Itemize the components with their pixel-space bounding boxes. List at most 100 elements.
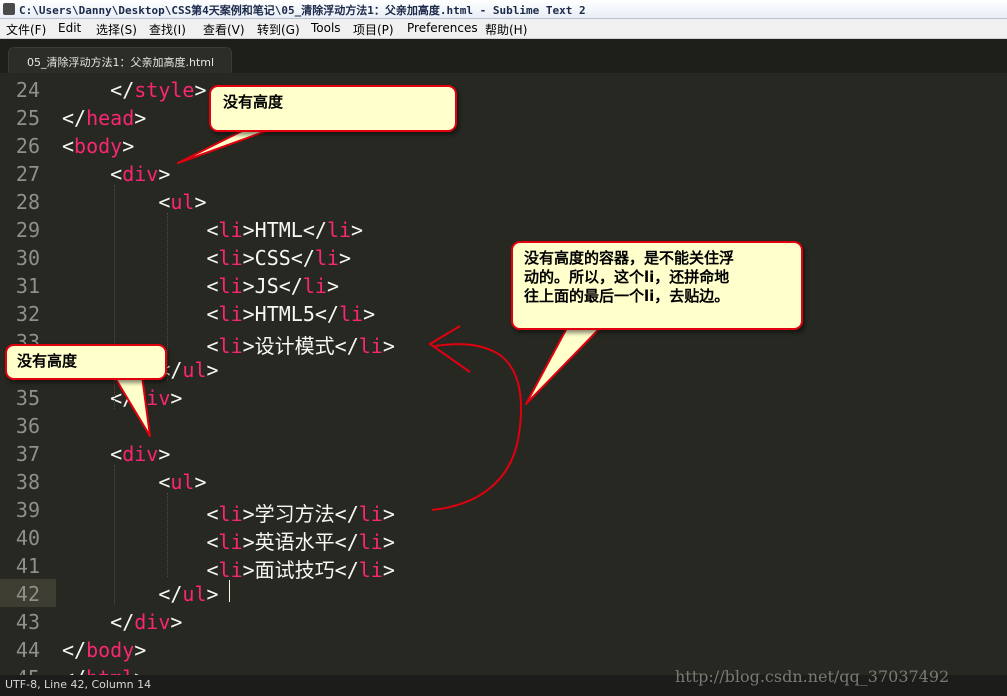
tag-name-token: li bbox=[218, 302, 243, 326]
text-token: </ bbox=[62, 638, 87, 662]
line-number: 30 bbox=[15, 246, 40, 270]
code-text: </div> bbox=[62, 386, 182, 410]
code-line: 42 </ul> bbox=[0, 579, 1007, 607]
text-token: </ bbox=[62, 386, 135, 410]
menu-view[interactable]: 查看(V) bbox=[203, 21, 245, 38]
code-line: 26 <body> bbox=[0, 131, 1007, 159]
text-token: < bbox=[62, 442, 123, 466]
menu-tools[interactable]: Tools bbox=[311, 21, 341, 35]
text-token: > bbox=[194, 470, 207, 494]
line-number: 27 bbox=[15, 162, 40, 186]
menu-project[interactable]: 项目(P) bbox=[353, 21, 394, 38]
text-token: </ bbox=[62, 582, 183, 606]
tag-name-token: div bbox=[122, 442, 159, 466]
code-text: </div> bbox=[62, 610, 182, 634]
code-text: </ul> bbox=[62, 582, 218, 606]
text-token: > bbox=[194, 190, 207, 214]
line-number: 24 bbox=[15, 78, 40, 102]
menu-edit[interactable]: Edit bbox=[58, 21, 81, 35]
code-line: 30 <li>CSS</li> bbox=[0, 243, 1007, 271]
callout-top-text: 没有高度 bbox=[223, 93, 284, 111]
menu-find[interactable]: 查找(I) bbox=[149, 21, 186, 38]
text-token: </ bbox=[62, 610, 135, 634]
tag-name-token: li bbox=[314, 246, 339, 270]
text-token: > bbox=[351, 218, 364, 242]
code-line: 41 <li>面试技巧</li> bbox=[0, 551, 1007, 582]
text-token: < bbox=[62, 162, 123, 186]
callout-right-text: 没有高度的容器，是不能关住浮 动的。所以，这个li，还拼命地 往上面的最后一个l… bbox=[524, 249, 735, 305]
tag-name-token: html bbox=[86, 666, 134, 675]
tag-name-token: div bbox=[134, 610, 171, 634]
code-line: 29 <li>HTML</li> bbox=[0, 215, 1007, 243]
indent-guide bbox=[167, 493, 168, 577]
code-line: 36 bbox=[0, 411, 1007, 439]
code-line: 27 <div> bbox=[0, 159, 1007, 187]
code-text: </body> bbox=[62, 638, 146, 662]
text-token: > bbox=[206, 358, 219, 382]
tag-name-token: li bbox=[338, 302, 364, 326]
window-title-bar: C:\Users\Danny\Desktop\CSS第4天案例和笔记\05_清除… bbox=[0, 0, 1007, 19]
text-token: >JS</ bbox=[242, 274, 303, 298]
line-number: 39 bbox=[15, 498, 40, 522]
text-token: > bbox=[158, 442, 171, 466]
text-token: > bbox=[134, 666, 146, 675]
text-token: > bbox=[326, 274, 339, 298]
line-number: 28 bbox=[15, 190, 40, 214]
text-token: >CSS</ bbox=[242, 246, 315, 270]
text-token: > bbox=[122, 134, 135, 158]
text-token: > bbox=[158, 162, 171, 186]
tag-name-token: style bbox=[134, 78, 195, 102]
tag-name-token: li bbox=[218, 218, 243, 242]
menu-preferences[interactable]: Preferences bbox=[407, 21, 478, 35]
code-line: 31 <li>JS</li> bbox=[0, 271, 1007, 299]
line-number: 26 bbox=[15, 134, 40, 158]
code-line: 37 <div> bbox=[0, 439, 1007, 467]
text-token: < bbox=[62, 246, 219, 270]
tag-name-token: ul bbox=[170, 470, 195, 494]
menu-selection[interactable]: 选择(S) bbox=[96, 21, 137, 38]
line-number: 35 bbox=[15, 386, 40, 410]
text-token: </ bbox=[62, 666, 86, 675]
tag-name-token: head bbox=[86, 106, 135, 130]
menu-goto[interactable]: 转到(G) bbox=[257, 21, 300, 38]
code-line: 35 </div> bbox=[0, 383, 1007, 411]
tag-name-token: ul bbox=[182, 582, 207, 606]
line-number: 44 bbox=[15, 638, 40, 662]
callout-left: 没有高度 bbox=[5, 344, 167, 380]
tag-name-token: ul bbox=[182, 358, 207, 382]
code-text: </style> bbox=[62, 78, 207, 102]
menu-file[interactable]: 文件(F) bbox=[6, 21, 46, 38]
tab-file[interactable]: 05_清除浮动方法1：父亲加高度.html bbox=[8, 47, 232, 74]
code-line: 28 <ul> bbox=[0, 187, 1007, 215]
line-number: 41 bbox=[15, 554, 40, 578]
text-token: < bbox=[62, 470, 171, 494]
status-text: UTF-8, Line 42, Column 14 bbox=[5, 678, 152, 691]
text-token: < bbox=[62, 134, 75, 158]
tag-name-token: li bbox=[302, 274, 327, 298]
code-line: 40 <li>英语水平</li> bbox=[0, 523, 1007, 554]
tag-name-token: li bbox=[218, 274, 243, 298]
code-line: 43 </div> bbox=[0, 607, 1007, 635]
watermark-text: http://blog.csdn.net/qq_37037492 bbox=[675, 667, 950, 686]
code-line: 38 <ul> bbox=[0, 467, 1007, 495]
text-token: >HTML</ bbox=[242, 218, 327, 242]
menu-help[interactable]: 帮助(H) bbox=[485, 21, 527, 38]
code-text: <body> bbox=[62, 134, 134, 158]
text-token: > bbox=[194, 78, 207, 102]
text-token: < bbox=[62, 190, 171, 214]
tag-name-token: div bbox=[134, 386, 171, 410]
text-token: > bbox=[170, 610, 183, 634]
window-title: C:\Users\Danny\Desktop\CSS第4天案例和笔记\05_清除… bbox=[19, 4, 586, 17]
tab-bar: 05_清除浮动方法1：父亲加高度.html bbox=[0, 39, 1007, 74]
tag-name-token: body bbox=[74, 134, 123, 158]
code-line: 44 </body> bbox=[0, 635, 1007, 663]
indent-guide bbox=[114, 465, 115, 605]
line-number: 37 bbox=[15, 442, 40, 466]
tag-name-token: body bbox=[86, 638, 135, 662]
line-number: 36 bbox=[15, 414, 40, 438]
line-number: 31 bbox=[15, 274, 40, 298]
tag-name-token: li bbox=[326, 218, 352, 242]
code-text: <div> bbox=[62, 162, 170, 186]
line-number: 25 bbox=[15, 106, 40, 130]
text-token: </ bbox=[62, 106, 87, 130]
